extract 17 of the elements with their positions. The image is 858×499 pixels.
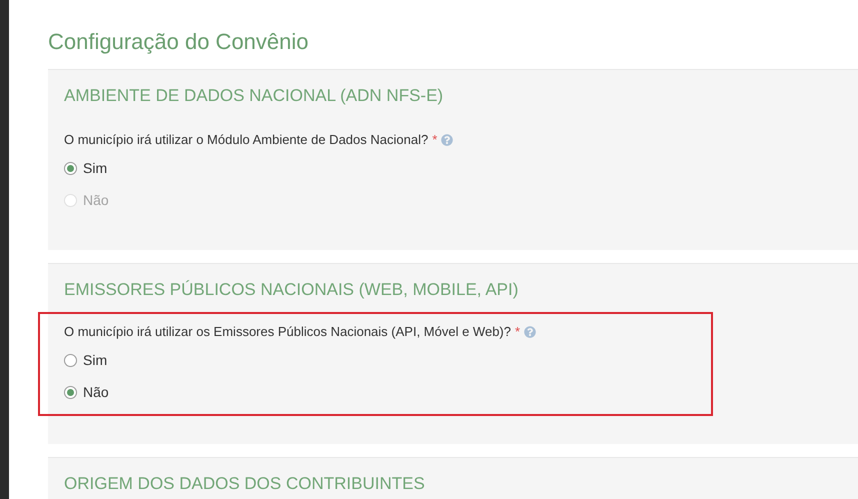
question-text: O município irá utilizar os Emissores Públicos Nacionais (API, Móvel e Web)? [64,323,511,342]
section-heading: AMBIENTE DE DADOS NACIONAL (ADN NFS-E) [64,85,444,107]
radio-label: Não [83,382,109,402]
help-icon[interactable] [524,326,536,338]
radio-label: Sim [83,350,108,370]
radio-button[interactable] [64,354,77,366]
radio-button[interactable] [64,386,77,398]
section-heading: ORIGEM DOS DADOS DOS CONTRIBUINTES [64,473,426,495]
help-icon[interactable] [441,134,454,146]
radio-label: Sim [83,158,108,178]
radio-label: Não [83,190,109,210]
required-mark: * [432,131,438,150]
required-mark: * [514,323,520,342]
section-heading: EMISSORES PÚBLICOS NACIONAIS (WEB, MOBILE, API) [64,279,520,301]
page-title: Configuração do Convênio [48,28,310,56]
radio-button[interactable] [64,162,77,174]
question-text: O município irá utilizar o Módulo Ambiente de Dados Nacional? [64,131,428,150]
